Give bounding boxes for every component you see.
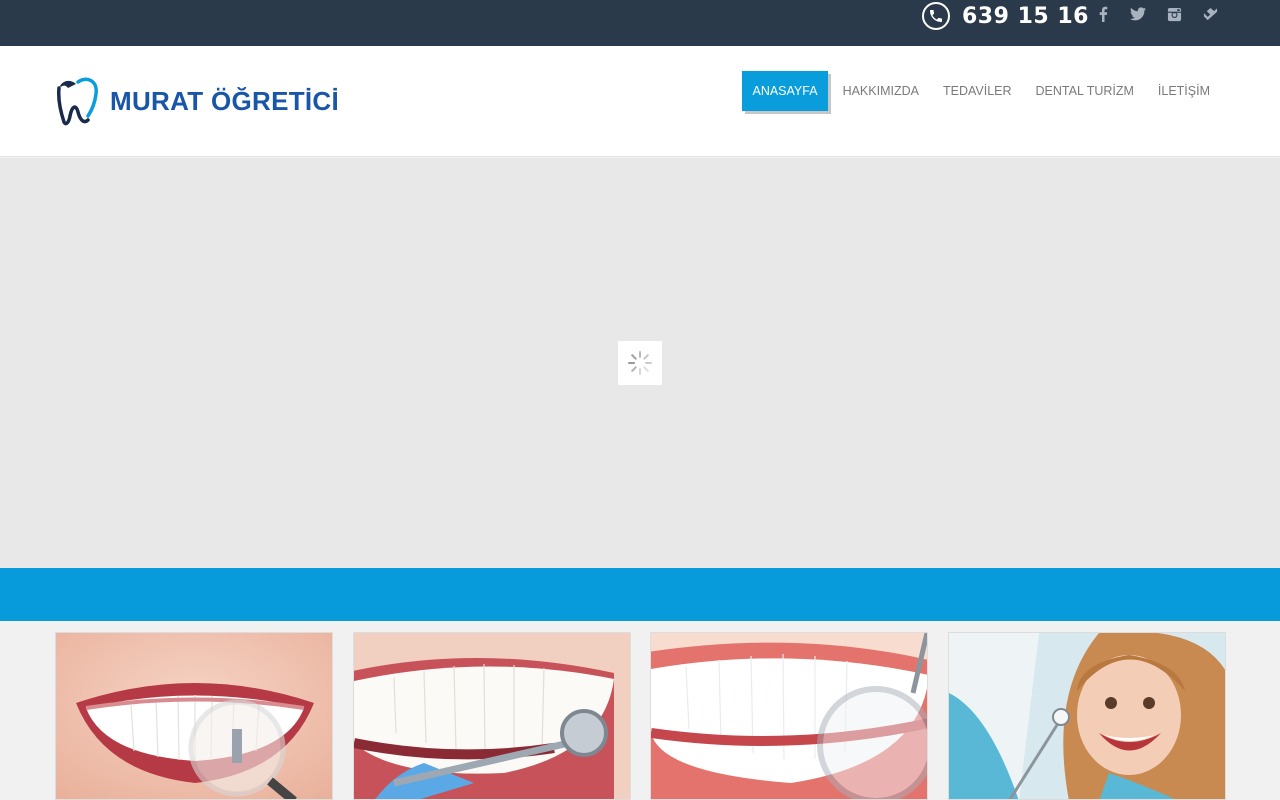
white-teeth-mirror-image (651, 633, 927, 799)
facebook-icon[interactable] (1094, 5, 1112, 23)
smile-magnifier-image (56, 633, 332, 799)
phone-icon (922, 2, 950, 30)
whitening-card[interactable] (650, 632, 928, 800)
phone-contact[interactable]: 639 15 16 (922, 1, 1089, 31)
top-bar: 639 15 16 (0, 0, 1280, 46)
hero-slider (0, 158, 1280, 568)
twitter-icon[interactable] (1129, 5, 1147, 23)
nav-item-home[interactable]: ANASAYFA (742, 71, 828, 111)
spinner-icon (628, 351, 652, 375)
teeth-tools-image (354, 633, 630, 799)
foursquare-icon[interactable] (1201, 5, 1219, 23)
nav-item-treatments[interactable]: TEDAVİLER (931, 71, 1024, 111)
implant-card[interactable] (55, 632, 333, 800)
nav-item-dental-tourism[interactable]: DENTAL TURİZM (1024, 71, 1146, 111)
logo[interactable]: MURAT ÖĞRETİCİ (56, 76, 339, 126)
dental-check-card[interactable] (353, 632, 631, 800)
pediatric-card[interactable] (948, 632, 1226, 800)
phone-number: 639 15 16 (962, 3, 1089, 29)
nav-item-contact[interactable]: İLETİŞİM (1146, 71, 1222, 111)
logo-text: MURAT ÖĞRETİCİ (110, 85, 340, 116)
loading-box (618, 341, 662, 385)
child-dentist-image (949, 633, 1225, 799)
blue-band (0, 568, 1280, 621)
nav-item-about[interactable]: HAKKIMIZDA (831, 71, 931, 111)
tooth-logo-icon (57, 77, 98, 126)
main-nav: ANASAYFA HAKKIMIZDA TEDAVİLER DENTAL TUR… (742, 71, 1222, 111)
instagram-icon[interactable] (1165, 5, 1183, 23)
treatment-cards (55, 632, 1226, 800)
site-header: MURAT ÖĞRETİCİ ANASAYFA HAKKIMIZDA TEDAV… (0, 46, 1280, 157)
